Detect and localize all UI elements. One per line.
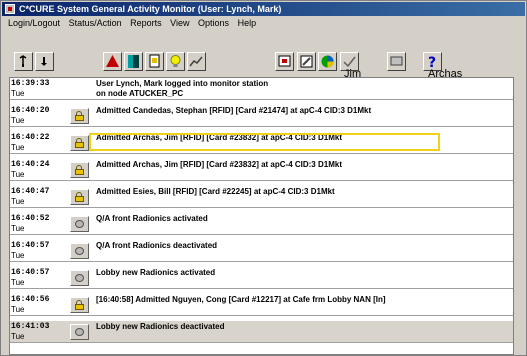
log-time: 16:41:03	[11, 322, 50, 331]
log-message: Admitted Esies, Bill [RFID] [Card #22245…	[96, 187, 335, 196]
log-time: 16:40:47	[11, 187, 50, 196]
log-time: 16:40:22	[11, 133, 50, 142]
log-day: Tue	[11, 305, 25, 314]
log-time: 16:40:52	[11, 214, 50, 223]
title-bar[interactable]: C*CURE System General Activity Monitor (…	[2, 2, 525, 16]
card-button[interactable]	[145, 52, 164, 71]
log-message: Lobby new Radionics activated	[96, 268, 216, 277]
activity-log[interactable]: 16:39:33 Tue User Lynch, Mark logged int…	[9, 77, 514, 355]
lightbulb-button[interactable]	[166, 52, 185, 71]
lock-icon	[70, 108, 89, 124]
log-row[interactable]: 16:39:33 Tue User Lynch, Mark logged int…	[10, 78, 513, 100]
log-message: Q/A front Radionics deactivated	[96, 241, 218, 250]
toolbar: ? Jim Archas	[2, 31, 525, 81]
radionics-dish-icon	[70, 324, 89, 340]
window-title: C*CURE System General Activity Monitor (…	[19, 4, 282, 14]
log-time: 16:39:33	[11, 79, 50, 88]
log-row[interactable]: 16:40:52 Tue Q/A front Radionics activat…	[10, 213, 513, 235]
log-message-line2: on node ATUCKER_PC	[96, 89, 184, 98]
chart-icon	[189, 56, 203, 67]
log-time: 16:40:20	[11, 106, 50, 115]
lightbulb-icon	[170, 55, 181, 67]
card-icon	[149, 54, 160, 68]
color-wheel-icon	[321, 55, 334, 68]
log-message: Lobby new Radionics deactivated	[96, 322, 225, 331]
lock-icon	[70, 297, 89, 313]
pin-button[interactable]	[14, 52, 33, 71]
edit-icon	[300, 55, 313, 68]
menu-status-action[interactable]: Status/Action	[69, 17, 122, 30]
log-message: Admitted Archas, Jim [RFID] [Card #23832…	[96, 160, 342, 169]
alarm-button[interactable]	[103, 52, 122, 71]
log-day: Tue	[11, 251, 25, 260]
panel-icon	[278, 55, 291, 67]
log-time: 16:40:57	[11, 268, 50, 277]
log-message: [16:40:58] Admitted Nguyen, Cong [Card #…	[96, 295, 386, 304]
lock-icon	[70, 162, 89, 178]
log-day: Tue	[11, 116, 25, 125]
menu-bar: Login/Logout Status/Action Reports View …	[2, 17, 525, 30]
chart-button[interactable]	[187, 52, 206, 71]
radionics-dish-icon	[70, 216, 89, 232]
log-time: 16:40:24	[11, 160, 50, 169]
lock-icon	[70, 189, 89, 205]
log-day: Tue	[11, 89, 25, 98]
log-row[interactable]: 16:40:56 Tue [16:40:58] Admitted Nguyen,…	[10, 294, 513, 316]
log-day: Tue	[11, 332, 25, 341]
log-row[interactable]: 16:40:57 Tue Lobby new Radionics activat…	[10, 267, 513, 289]
lock-icon	[70, 135, 89, 151]
menu-reports[interactable]: Reports	[130, 17, 162, 30]
log-message: User Lynch, Mark logged into monitor sta…	[96, 79, 269, 88]
log-day: Tue	[11, 224, 25, 233]
log-time: 16:40:57	[11, 241, 50, 250]
door-icon	[128, 55, 139, 68]
pin-icon	[19, 55, 27, 67]
download-icon	[41, 57, 47, 66]
radionics-dish-icon	[70, 270, 89, 286]
log-day: Tue	[11, 197, 25, 206]
radionics-dish-icon	[70, 243, 89, 259]
alarm-triangle-icon	[106, 55, 119, 67]
highlight-box	[89, 133, 440, 151]
log-time: 16:40:56	[11, 295, 50, 304]
log-row[interactable]: 16:40:20 Tue Admitted Candedas, Stephan …	[10, 105, 513, 127]
edit-button[interactable]	[297, 52, 316, 71]
menu-help[interactable]: Help	[238, 17, 257, 30]
menu-view[interactable]: View	[170, 17, 189, 30]
activity-monitor-window: C*CURE System General Activity Monitor (…	[0, 0, 527, 356]
color-wheel-button[interactable]	[318, 52, 337, 71]
monitor-button[interactable]	[387, 52, 406, 71]
log-day: Tue	[11, 278, 25, 287]
log-day: Tue	[11, 170, 25, 179]
menu-login-logout[interactable]: Login/Logout	[8, 17, 60, 30]
log-row[interactable]: 16:40:24 Tue Admitted Archas, Jim [RFID]…	[10, 159, 513, 181]
log-day: Tue	[11, 143, 25, 152]
panel-button[interactable]	[275, 52, 294, 71]
app-icon[interactable]	[5, 4, 15, 14]
menu-options[interactable]: Options	[198, 17, 229, 30]
monitor-icon	[390, 56, 403, 66]
log-row[interactable]: 16:40:57 Tue Q/A front Radionics deactiv…	[10, 240, 513, 262]
log-message: Q/A front Radionics activated	[96, 214, 208, 223]
door-button[interactable]	[124, 52, 143, 71]
log-row[interactable]: 16:40:47 Tue Admitted Esies, Bill [RFID]…	[10, 186, 513, 208]
log-row[interactable]: 16:41:03 Tue Lobby new Radionics deactiv…	[10, 321, 513, 343]
download-button[interactable]	[35, 52, 54, 71]
log-message: Admitted Candedas, Stephan [RFID] [Card …	[96, 106, 372, 115]
